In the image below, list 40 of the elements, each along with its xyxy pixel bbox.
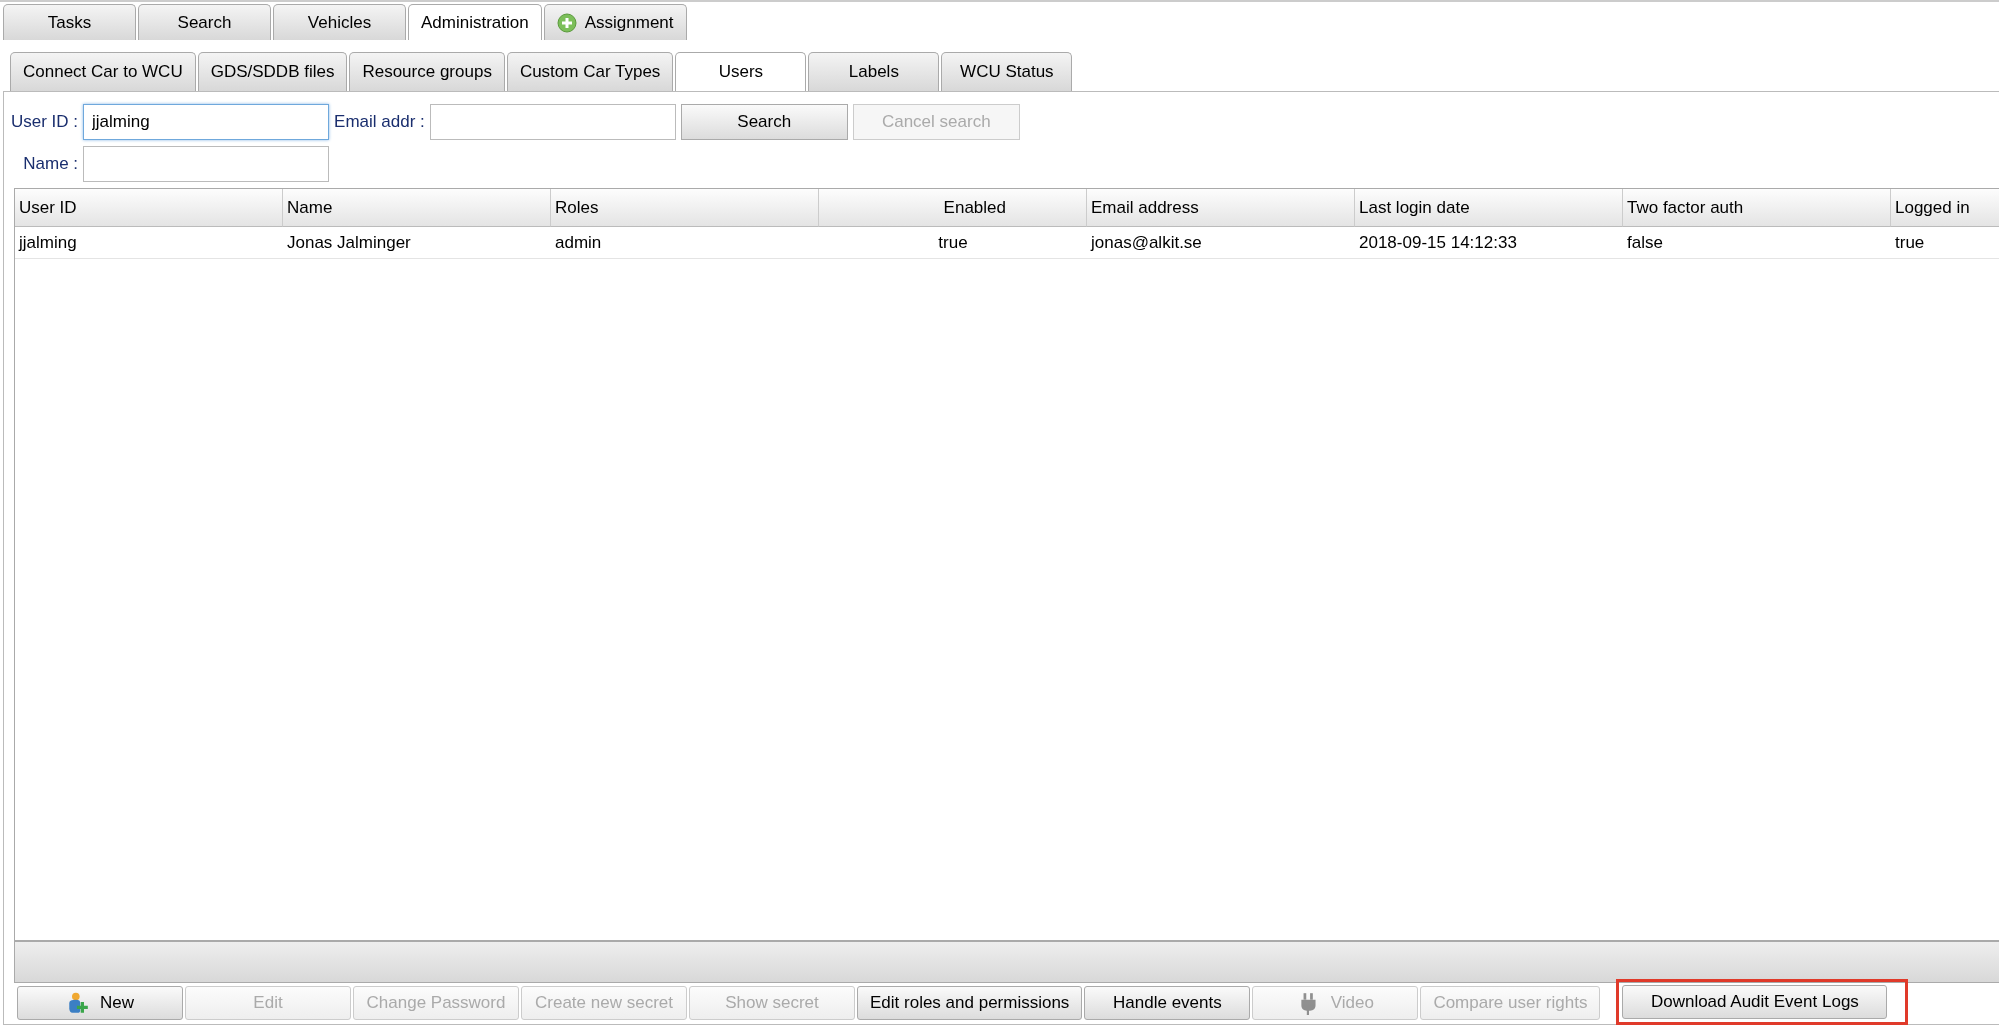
sub-tab[interactable]: Connect Car to WCU: [10, 52, 196, 91]
column-header[interactable]: User ID: [15, 189, 283, 227]
user-id-label: User ID :: [11, 112, 79, 132]
sub-tab[interactable]: Labels: [808, 52, 940, 91]
column-header[interactable]: Enabled: [819, 189, 1087, 227]
sub-tab[interactable]: Custom Car Types: [506, 52, 674, 91]
sub-tab[interactable]: GDS/SDDB files: [197, 52, 348, 91]
column-header[interactable]: Logged in: [1891, 189, 1999, 227]
table-cell: jonas@alkit.se: [1087, 227, 1355, 259]
toolbar-button[interactable]: Download Audit Event Logs: [1622, 985, 1888, 1019]
table-cell: false: [1623, 227, 1891, 259]
column-header[interactable]: Roles: [551, 189, 819, 227]
main-tab[interactable]: Tasks: [3, 4, 136, 40]
main-tab[interactable]: Assignment: [543, 4, 687, 40]
sub-tab[interactable]: WCU Status: [941, 52, 1073, 91]
search-button[interactable]: Search: [680, 104, 848, 140]
name-field[interactable]: [83, 146, 330, 182]
toolbar-button[interactable]: New: [17, 986, 183, 1020]
main-tab[interactable]: Vehicles: [273, 4, 406, 40]
column-header[interactable]: Name: [283, 189, 551, 227]
sub-tab[interactable]: Resource groups: [349, 52, 505, 91]
main-tab[interactable]: Administration: [408, 4, 542, 40]
toolbar-button[interactable]: Edit roles and permissions: [857, 986, 1083, 1020]
table-cell: 2018-09-15 14:12:33: [1355, 227, 1623, 259]
column-header[interactable]: Email address: [1087, 189, 1355, 227]
toolbar-button[interactable]: Handle events: [1084, 986, 1251, 1020]
name-label: Name :: [22, 154, 79, 174]
column-header[interactable]: Last login date: [1355, 189, 1623, 227]
table-cell: true: [819, 227, 1087, 259]
table-cell: Jonas Jalminger: [283, 227, 551, 259]
email-field[interactable]: [429, 104, 676, 140]
column-header[interactable]: Two factor auth: [1623, 189, 1891, 227]
user-add-icon: [66, 991, 90, 1015]
sub-tab[interactable]: Users: [675, 52, 807, 91]
table-cell: true: [1891, 227, 1999, 259]
main-tab[interactable]: Search: [138, 4, 271, 40]
email-label: Email addr :: [334, 112, 425, 132]
user-id-field[interactable]: jjalming: [83, 104, 330, 140]
table-cell: jjalming: [15, 227, 283, 259]
table-cell: admin: [551, 227, 819, 259]
